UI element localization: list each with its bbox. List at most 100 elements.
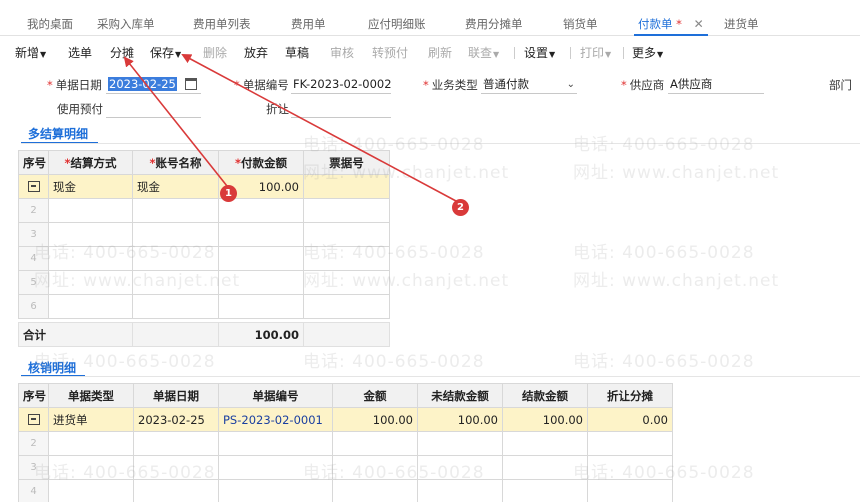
pay-amount-cell[interactable]: [218, 246, 304, 271]
tab-purchase[interactable]: 进货单: [724, 16, 759, 36]
settle-method-cell[interactable]: [48, 198, 133, 223]
settled-cell[interactable]: 100.00: [502, 407, 588, 432]
chevron-down-icon: ▼: [605, 50, 612, 59]
table-row[interactable]: 6: [18, 294, 390, 319]
row-number: 3: [18, 222, 49, 247]
settle-method-cell[interactable]: [48, 294, 133, 319]
settlement-section-title[interactable]: 多结算明细: [28, 125, 88, 142]
pay-amount-cell[interactable]: [218, 270, 304, 295]
account-name-cell[interactable]: [132, 294, 219, 319]
tab-sales[interactable]: 销货单: [563, 16, 598, 36]
column-header: 金额: [332, 383, 418, 408]
table-row[interactable]: 2: [18, 198, 390, 223]
biz-type-label: * 业务类型: [423, 78, 478, 92]
tab-expense[interactable]: 费用单: [291, 16, 326, 36]
writeoff-section-title[interactable]: 核销明细: [28, 359, 76, 376]
column-header: 未结款金额: [417, 383, 503, 408]
table-row[interactable]: 3: [18, 222, 390, 247]
doc-date-label: * 单据日期: [47, 78, 102, 92]
settle-method-cell[interactable]: [48, 246, 133, 271]
refresh-button[interactable]: 刷新: [428, 44, 452, 61]
column-header: 票据号: [303, 150, 390, 175]
save-button[interactable]: 保存▼: [150, 44, 181, 61]
print-button[interactable]: 打印▼: [580, 44, 611, 61]
doc-date-cell[interactable]: 2023-02-25: [133, 407, 219, 432]
abandon-button[interactable]: 放弃: [244, 44, 268, 61]
table-row[interactable]: 4: [18, 479, 673, 502]
chevron-down-icon: ▼: [40, 50, 47, 59]
account-name-cell[interactable]: [132, 246, 219, 271]
table-row[interactable]: 5: [18, 270, 390, 295]
bill-no-cell[interactable]: [303, 222, 390, 247]
settle-method-cell[interactable]: [48, 270, 133, 295]
tab-payment[interactable]: 付款单 * ✕: [634, 16, 708, 36]
draft-button[interactable]: 草稿: [285, 44, 309, 61]
bill-no-cell[interactable]: [303, 198, 390, 223]
chevron-down-icon: ▼: [493, 50, 500, 59]
select-doc-button[interactable]: 选单: [68, 44, 92, 61]
amount-cell[interactable]: 100.00: [332, 407, 418, 432]
more-button[interactable]: 更多▼: [632, 44, 663, 61]
doc-no-field[interactable]: FK-2023-02-0002: [291, 76, 392, 94]
row-number: 6: [18, 294, 49, 319]
settlement-grid: 序号 *结算方式 *账号名称 *付款金额 票据号 现金 现金 100.00 2 …: [18, 150, 390, 347]
column-header: 折让分摊: [587, 383, 673, 408]
row-menu-icon[interactable]: [27, 413, 40, 425]
supplier-field[interactable]: A供应商: [668, 76, 764, 94]
linked-query-button[interactable]: 联查▼: [468, 44, 499, 61]
account-name-cell[interactable]: [132, 198, 219, 223]
unsettled-cell[interactable]: 100.00: [417, 407, 503, 432]
account-name-cell[interactable]: [132, 270, 219, 295]
account-name-cell[interactable]: [132, 222, 219, 247]
doc-date-field[interactable]: 2023-02-25: [106, 76, 201, 94]
row-menu-icon[interactable]: [27, 180, 40, 192]
use-prepay-field[interactable]: [106, 100, 201, 118]
calendar-icon[interactable]: [185, 78, 197, 90]
settle-method-cell[interactable]: 现金: [48, 174, 133, 199]
doc-type-cell[interactable]: 进货单: [48, 407, 134, 432]
table-row[interactable]: 进货单 2023-02-25 PS-2023-02-0001 100.00 10…: [18, 407, 673, 432]
watermark-phone: 电话: 400-665-0028: [303, 352, 485, 372]
allocate-button[interactable]: 分摊: [110, 44, 134, 61]
audit-button[interactable]: 审核: [330, 44, 354, 61]
row-number: 4: [18, 479, 49, 502]
bill-no-cell[interactable]: [303, 246, 390, 271]
tab-expense-allocation[interactable]: 费用分摊单: [465, 16, 523, 36]
row-action-cell[interactable]: [18, 407, 49, 432]
column-header: 结款金额: [502, 383, 588, 408]
delete-button[interactable]: 删除: [203, 44, 227, 61]
tab-expense-list[interactable]: 费用单列表: [193, 16, 251, 36]
pay-amount-cell[interactable]: [218, 294, 304, 319]
row-action-cell[interactable]: [18, 174, 49, 199]
table-row[interactable]: 2: [18, 431, 673, 456]
table-row[interactable]: 3: [18, 455, 673, 480]
toolbar: 新增▼ 选单 分摊 保存▼ 删除 放弃 草稿 审核 转预付 刷新 联查▼ 设置▼…: [0, 40, 860, 64]
total-row: 合计 100.00: [18, 322, 390, 347]
pay-amount-cell[interactable]: [218, 222, 304, 247]
bill-no-cell[interactable]: [303, 294, 390, 319]
settle-method-cell[interactable]: [48, 222, 133, 247]
tab-payable-ledger[interactable]: 应付明细账: [368, 16, 426, 36]
account-name-cell[interactable]: 现金: [132, 174, 219, 199]
table-row[interactable]: 4: [18, 246, 390, 271]
table-row[interactable]: 现金 现金 100.00: [18, 174, 390, 199]
bill-no-cell[interactable]: [303, 174, 390, 199]
divider: [21, 376, 860, 377]
tab-purchase-receipt[interactable]: 采购入库单: [97, 16, 155, 36]
doc-no-link[interactable]: PS-2023-02-0001: [218, 407, 333, 432]
to-prepay-button[interactable]: 转预付: [372, 44, 408, 61]
settings-button[interactable]: 设置▼: [524, 44, 555, 61]
total-label: 合计: [18, 322, 133, 347]
close-icon[interactable]: ✕: [694, 17, 704, 31]
discount-alloc-cell[interactable]: 0.00: [587, 407, 673, 432]
tab-desktop[interactable]: 我的桌面: [27, 16, 73, 36]
pay-amount-cell[interactable]: [218, 198, 304, 223]
biz-type-select[interactable]: 普通付款 ⌄: [481, 76, 577, 94]
toolbar-divider: [623, 47, 624, 59]
total-amount: 100.00: [218, 322, 304, 347]
column-header: 序号: [18, 383, 49, 408]
bill-no-cell[interactable]: [303, 270, 390, 295]
discount-field[interactable]: [291, 100, 391, 118]
new-button[interactable]: 新增▼: [15, 44, 46, 61]
column-header: *账号名称: [132, 150, 219, 175]
